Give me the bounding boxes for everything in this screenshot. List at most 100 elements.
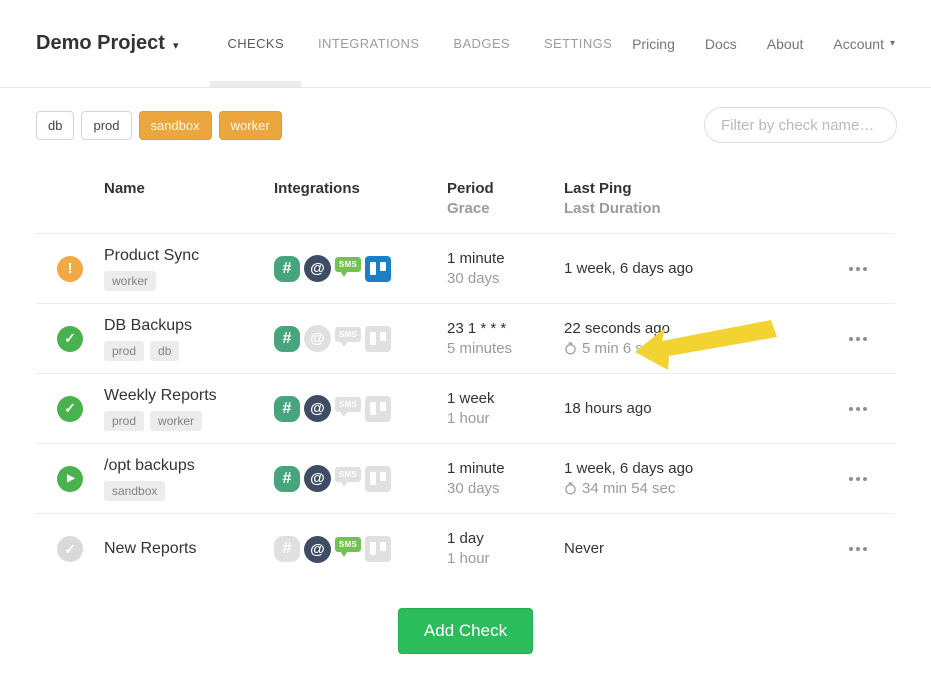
table-header-row: Name Integrations Period Grace Last Ping… [36, 169, 895, 234]
grace-value: 5 minutes [447, 339, 564, 359]
add-check-button[interactable]: Add Check [398, 608, 533, 654]
sms-icon[interactable]: SMS [335, 534, 361, 560]
tab-settings[interactable]: SETTINGS [527, 0, 629, 87]
slack-icon[interactable]: # [274, 466, 300, 492]
account-label: Account [833, 36, 884, 52]
status-running-icon: ▶ [57, 466, 83, 492]
chevron-down-icon: ▾ [173, 39, 179, 52]
check-name: Weekly Reports [104, 387, 274, 405]
check-link[interactable]: Weekly Reports prod worker [104, 387, 274, 431]
status-warning-icon: ! [57, 256, 83, 282]
check-link[interactable]: /opt backups sandbox [104, 457, 274, 501]
period-value: 23 1 * * * [447, 319, 564, 339]
check-tag: worker [150, 411, 202, 431]
last-ping-value: 18 hours ago [564, 399, 821, 419]
table-row: ✓ New Reports # @ SMS 1 day 1 hour Never [36, 514, 895, 584]
stopwatch-icon [564, 482, 577, 495]
slack-icon[interactable]: # [274, 326, 300, 352]
last-ping-value: 22 seconds ago [564, 319, 821, 339]
email-icon[interactable]: @ [304, 465, 331, 492]
grace-value: 1 hour [447, 549, 564, 569]
col-header-last-duration: Last Duration [564, 199, 821, 219]
trello-icon[interactable] [365, 326, 391, 352]
row-menu-button[interactable] [849, 477, 867, 481]
check-name: /opt backups [104, 457, 274, 475]
check-name: Product Sync [104, 247, 274, 265]
tag-filter-sandbox[interactable]: sandbox [139, 111, 212, 140]
last-ping-value: Never [564, 539, 821, 559]
last-duration-value: 5 min 6 sec [582, 339, 659, 359]
table-row: ▶ /opt backups sandbox # @ SMS 1 minute … [36, 444, 895, 514]
trello-icon[interactable] [365, 466, 391, 492]
last-ping-value: 1 week, 6 days ago [564, 259, 821, 279]
period-value: 1 minute [447, 459, 564, 479]
sms-icon[interactable]: SMS [335, 324, 361, 350]
email-icon[interactable]: @ [304, 395, 331, 422]
slack-icon[interactable]: # [274, 256, 300, 282]
tag-filter-db[interactable]: db [36, 111, 74, 140]
check-name: DB Backups [104, 317, 274, 335]
tag-filter-list: db prod sandbox worker [36, 111, 282, 140]
table-row: ! Product Sync worker # @ SMS 1 minute 3… [36, 234, 895, 304]
slack-icon[interactable]: # [274, 396, 300, 422]
email-icon[interactable]: @ [304, 536, 331, 563]
col-header-grace: Grace [447, 199, 564, 219]
check-link[interactable]: DB Backups prod db [104, 317, 274, 361]
filter-bar: db prod sandbox worker [0, 88, 931, 143]
trello-icon[interactable] [365, 256, 391, 282]
period-value: 1 day [447, 529, 564, 549]
last-duration-value: 34 min 54 sec [582, 479, 675, 499]
tag-filter-worker[interactable]: worker [219, 111, 282, 140]
checks-table: Name Integrations Period Grace Last Ping… [36, 169, 895, 584]
project-name: Demo Project [36, 32, 165, 55]
project-switcher[interactable]: Demo Project ▾ [36, 32, 178, 55]
account-menu[interactable]: Account ▾ [833, 36, 895, 52]
trello-icon[interactable] [365, 396, 391, 422]
table-row: ✓ Weekly Reports prod worker # @ SMS 1 w… [36, 374, 895, 444]
nav-link-docs[interactable]: Docs [705, 36, 737, 52]
nav-link-about[interactable]: About [767, 36, 804, 52]
check-name-filter-input[interactable] [704, 107, 897, 143]
grace-value: 30 days [447, 479, 564, 499]
status-up-icon: ✓ [57, 396, 83, 422]
secondary-nav: Pricing Docs About Account ▾ [632, 36, 895, 52]
tag-filter-prod[interactable]: prod [81, 111, 131, 140]
row-menu-button[interactable] [849, 547, 867, 551]
sms-icon[interactable]: SMS [335, 394, 361, 420]
email-icon[interactable]: @ [304, 325, 331, 352]
stopwatch-icon [564, 342, 577, 355]
chevron-down-icon: ▾ [890, 38, 895, 49]
check-name: New Reports [104, 540, 274, 558]
check-tag: prod [104, 341, 144, 361]
row-menu-button[interactable] [849, 407, 867, 411]
row-menu-button[interactable] [849, 337, 867, 341]
status-new-icon: ✓ [57, 536, 83, 562]
check-tag: worker [104, 271, 156, 291]
period-value: 1 minute [447, 249, 564, 269]
check-link[interactable]: New Reports [104, 540, 274, 558]
col-header-name: Name [104, 179, 274, 199]
trello-icon[interactable] [365, 536, 391, 562]
status-up-icon: ✓ [57, 326, 83, 352]
check-link[interactable]: Product Sync worker [104, 247, 274, 291]
grace-value: 1 hour [447, 409, 564, 429]
top-navigation: Demo Project ▾ CHECKS INTEGRATIONS BADGE… [0, 0, 931, 88]
sms-icon[interactable]: SMS [335, 464, 361, 490]
row-menu-button[interactable] [849, 267, 867, 271]
col-header-period: Period [447, 179, 564, 199]
main-tabs: CHECKS INTEGRATIONS BADGES SETTINGS [210, 0, 629, 87]
slack-icon[interactable]: # [274, 536, 300, 562]
grace-value: 30 days [447, 269, 564, 289]
col-header-integrations: Integrations [274, 179, 447, 199]
tab-badges[interactable]: BADGES [436, 0, 527, 87]
check-tag: prod [104, 411, 144, 431]
tab-checks[interactable]: CHECKS [210, 0, 301, 87]
email-icon[interactable]: @ [304, 255, 331, 282]
sms-icon[interactable]: SMS [335, 254, 361, 280]
last-ping-value: 1 week, 6 days ago [564, 459, 821, 479]
nav-link-pricing[interactable]: Pricing [632, 36, 675, 52]
period-value: 1 week [447, 389, 564, 409]
col-header-last-ping: Last Ping [564, 179, 821, 199]
table-row: ✓ DB Backups prod db # @ SMS 23 1 * * * … [36, 304, 895, 374]
tab-integrations[interactable]: INTEGRATIONS [301, 0, 436, 87]
